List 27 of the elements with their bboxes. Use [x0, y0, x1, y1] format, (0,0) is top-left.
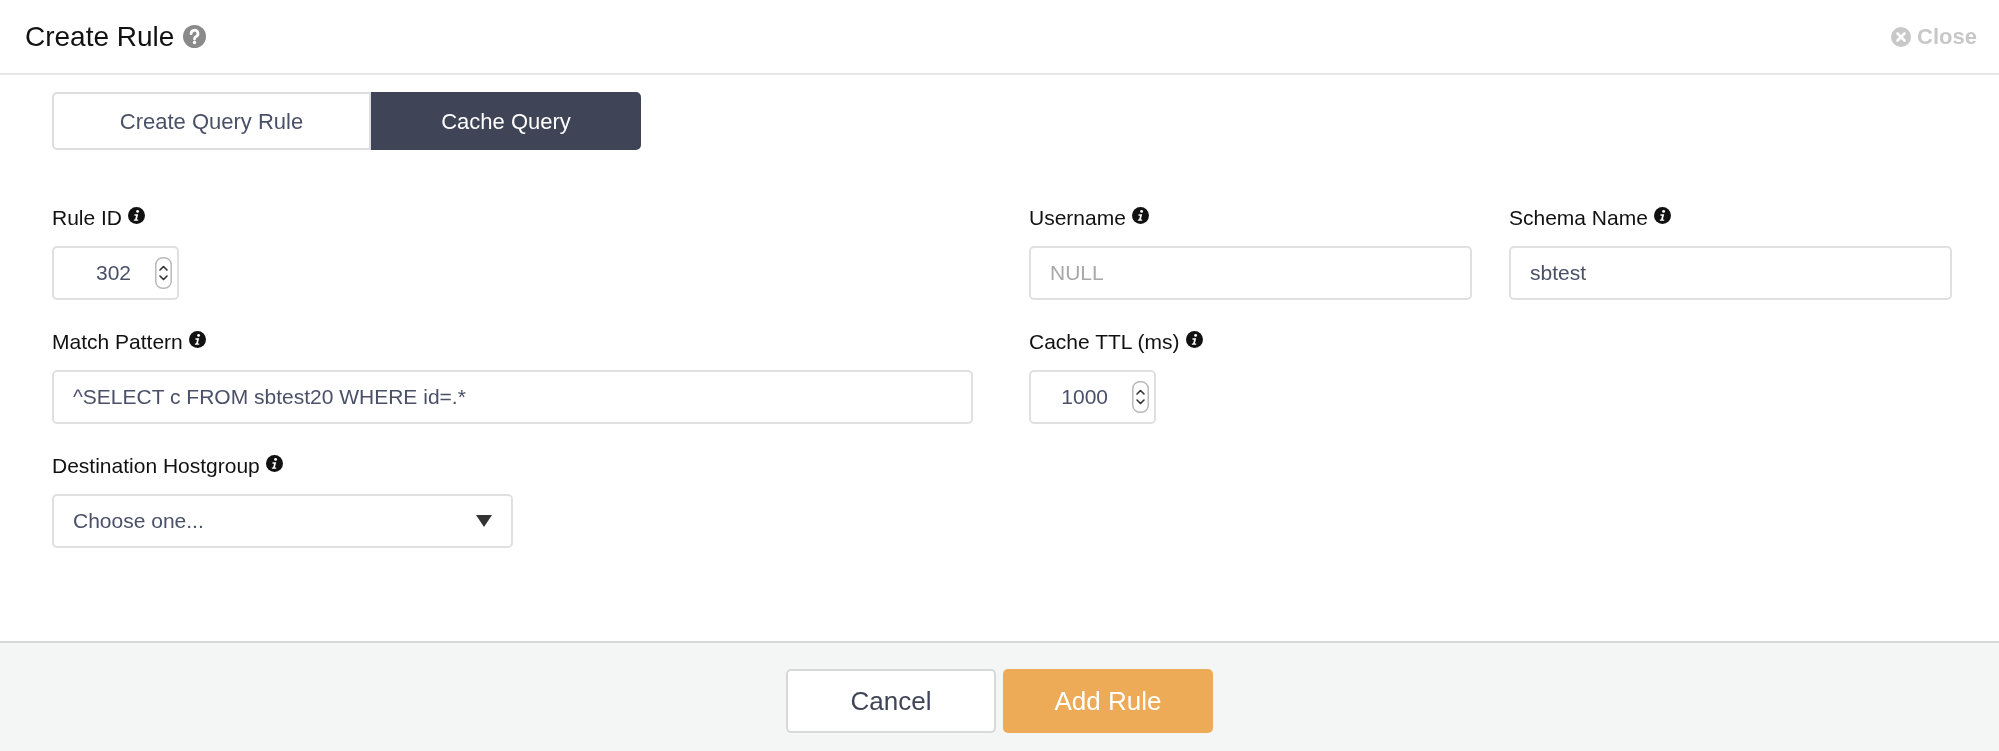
spinner-icon[interactable]	[155, 257, 172, 289]
tab[interactable]: Create Query Rule	[52, 92, 371, 150]
help-icon[interactable]	[183, 25, 207, 48]
field-label: Schema Name	[1509, 206, 1648, 230]
number-input[interactable]: 1000	[1029, 370, 1156, 424]
info-icon[interactable]	[265, 454, 283, 472]
text-input[interactable]: NULL	[1029, 246, 1472, 300]
info-icon[interactable]	[1131, 206, 1149, 224]
text-input[interactable]: ^SELECT c FROM sbtest20 WHERE id=.*	[52, 370, 973, 424]
dropdown[interactable]: Choose one...	[52, 494, 513, 548]
field-label: Cache TTL (ms)	[1029, 330, 1180, 354]
field-label: Rule ID	[52, 206, 123, 230]
text-input[interactable]: sbtest	[1509, 246, 1952, 300]
cancel-button[interactable]: Cancel	[786, 669, 996, 733]
field-label: Destination Hostgroup	[52, 454, 260, 478]
info-icon[interactable]	[188, 330, 206, 348]
info-icon[interactable]	[128, 206, 146, 224]
field-label: Match Pattern	[52, 330, 183, 354]
info-icon[interactable]	[1185, 330, 1203, 348]
field-label: Username	[1029, 206, 1126, 230]
caret-icon	[476, 515, 492, 527]
dialog-title: Create Rule	[25, 19, 175, 54]
spinner-icon[interactable]	[1132, 381, 1149, 413]
close-icon	[1891, 26, 1912, 47]
info-icon[interactable]	[1653, 206, 1671, 224]
tab[interactable]: Cache Query	[371, 92, 641, 150]
number-input[interactable]: 302	[52, 246, 179, 300]
